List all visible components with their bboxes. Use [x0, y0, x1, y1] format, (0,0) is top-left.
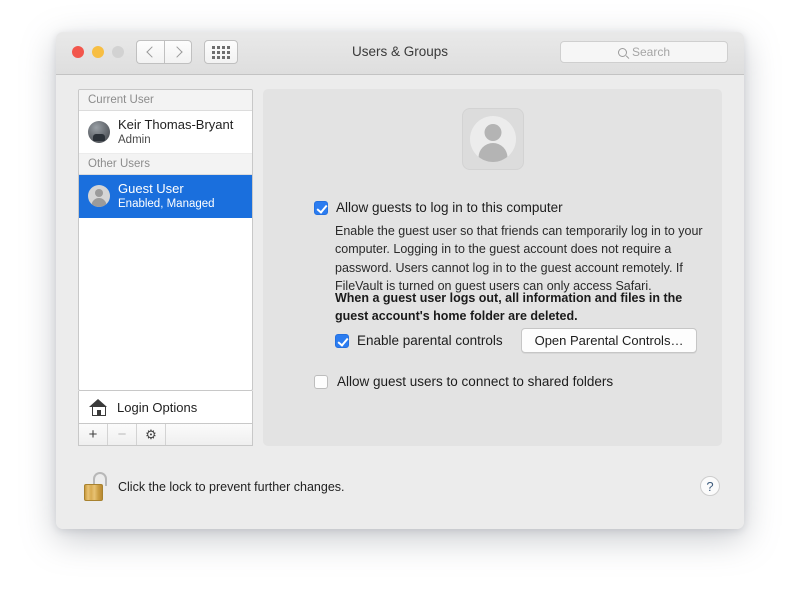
shared-folders-label: Allow guest users to connect to shared f… [337, 374, 613, 389]
guest-warning-text: When a guest user logs out, all informat… [335, 289, 703, 326]
guest-user-settings-panel: Allow guests to log in to this computer … [263, 89, 722, 446]
window-titlebar: Users & Groups Search [56, 32, 744, 75]
avatar [88, 121, 110, 143]
avatar [88, 185, 110, 207]
help-button[interactable]: ? [700, 476, 720, 496]
settings-gear-button[interactable]: ⚙ [137, 424, 166, 445]
toolbar-filler [166, 424, 252, 445]
allow-guests-row[interactable]: Allow guests to log in to this computer [314, 200, 563, 215]
shared-folders-row[interactable]: Allow guest users to connect to shared f… [314, 374, 613, 389]
add-user-button[interactable]: + [79, 424, 108, 445]
remove-user-button: − [108, 424, 137, 445]
search-field[interactable]: Search [560, 41, 728, 63]
search-placeholder: Search [632, 45, 670, 59]
user-list: Current User Keir Thomas-Bryant Admin Ot… [78, 89, 253, 391]
user-row-current[interactable]: Keir Thomas-Bryant Admin [79, 111, 252, 154]
allow-guests-label: Allow guests to log in to this computer [336, 200, 563, 215]
group-header-current-user: Current User [79, 90, 252, 111]
person-icon [470, 116, 516, 162]
user-name: Keir Thomas-Bryant [118, 117, 233, 133]
user-row-guest[interactable]: Guest User Enabled, Managed [79, 175, 252, 218]
window-footer: Click the lock to prevent further change… [56, 446, 744, 529]
guest-description-text: Enable the guest user so that friends ca… [335, 222, 703, 296]
allow-guests-checkbox[interactable] [314, 201, 328, 215]
shared-folders-checkbox[interactable] [314, 375, 328, 389]
open-parental-controls-button[interactable]: Open Parental Controls… [521, 328, 698, 353]
login-options-button[interactable]: Login Options [78, 391, 253, 424]
window-body: Current User Keir Thomas-Bryant Admin Ot… [56, 75, 744, 529]
unlocked-padlock-icon[interactable] [84, 472, 108, 502]
enable-parental-controls-label: Enable parental controls [357, 333, 503, 348]
preferences-window: Users & Groups Search Current User Keir … [56, 32, 744, 529]
login-options-label: Login Options [117, 400, 197, 415]
search-icon [618, 48, 627, 57]
house-icon [89, 399, 108, 416]
parental-controls-row: Enable parental controls Open Parental C… [335, 328, 697, 353]
user-name: Guest User [118, 181, 215, 197]
group-header-other-users: Other Users [79, 154, 252, 175]
user-status: Enabled, Managed [118, 197, 215, 211]
user-status: Admin [118, 133, 233, 147]
user-list-toolbar: + − ⚙ [78, 424, 253, 446]
enable-parental-controls-checkbox[interactable] [335, 334, 349, 348]
lock-hint-text: Click the lock to prevent further change… [118, 480, 345, 494]
guest-avatar[interactable] [462, 108, 524, 170]
